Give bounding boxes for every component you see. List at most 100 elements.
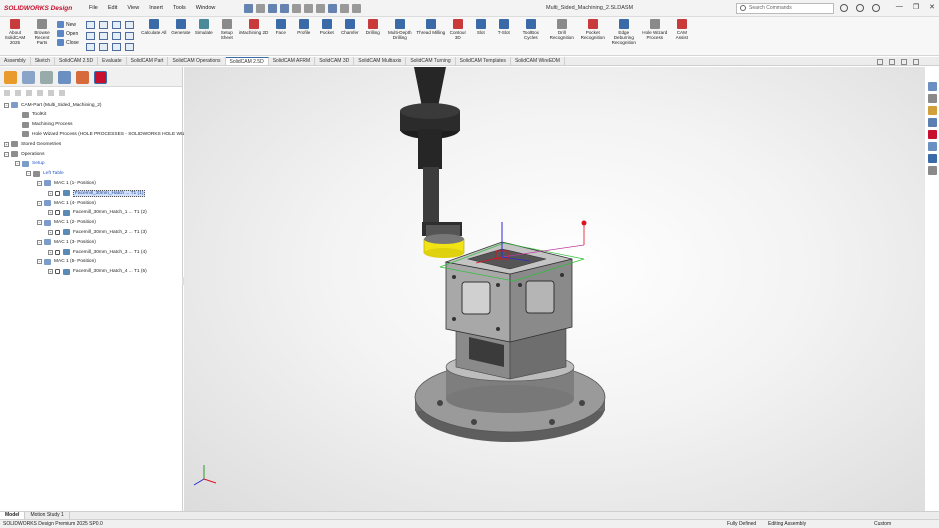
home-icon[interactable] [244,3,254,13]
pocket-button[interactable]: Pocket [316,19,338,46]
tab-solidcam-operations[interactable]: SolidCAM Operations [168,57,226,65]
menu-edit[interactable]: Edit [103,5,122,11]
profile-button[interactable]: Profile [293,19,315,46]
menu-view[interactable]: View [122,5,144,11]
expand-toggle-icon[interactable]: + [4,141,9,147]
multi-depth-drilling-button[interactable]: Multi-Depth Drilling [385,19,415,46]
generate-button[interactable]: Generate [170,19,192,46]
tree-node[interactable]: − MAC 1 (1- Position) [37,179,96,187]
pocket-recognition-button[interactable]: Pocket Recognition [578,19,608,46]
restore-button[interactable]: ❐ [913,3,919,11]
settings-icon[interactable] [872,4,880,12]
view-palette-icon[interactable] [928,142,937,151]
chamfer-button[interactable]: Chamfer [339,19,361,46]
rebuild-icon[interactable] [340,3,350,13]
tab-solidcam-multiaxis[interactable]: SolidCAM Multiaxis [354,57,407,65]
expand-toggle-icon[interactable]: − [4,102,9,108]
graphics-viewport[interactable] [184,67,925,511]
help-icon[interactable] [856,4,864,12]
tree-node[interactable]: + Facemill_30mm_Hatch_4 ... T1 (5) [48,268,147,276]
close-button[interactable]: ✕ [929,3,935,11]
home-pane-icon[interactable] [928,82,937,91]
menu-insert[interactable]: Insert [144,5,168,11]
tool-icon[interactable] [48,90,54,96]
property-tab[interactable] [22,71,35,84]
tab-evaluate[interactable]: Evaluate [98,57,127,65]
expand-toggle-icon[interactable]: + [48,190,53,196]
expand-toggle-icon[interactable]: + [48,249,53,255]
expand-toggle-icon[interactable]: − [37,259,42,265]
operation-checkbox[interactable] [55,249,60,255]
edge-deburring-recognition-button[interactable]: Edge Deburring Recognition [609,19,639,46]
tree-node[interactable]: − MAC 1 (4- Position) [37,199,96,207]
menu-window[interactable]: Window [191,5,221,11]
tree-node[interactable]: ToolKit [15,111,46,119]
tree-node[interactable]: + Stored Geometries [4,140,61,148]
about-solidcam-button[interactable]: About SolidCAM 2025 [0,19,30,46]
solidcam-manager-tab[interactable] [94,71,107,84]
grid-icon[interactable] [85,43,95,51]
simulate-button[interactable]: Simulate [193,19,215,46]
tree-node[interactable]: − Left Table [26,170,64,178]
tree-node[interactable]: + Facemill_30mm_Hatch_2 ... T1 (3) [48,228,147,236]
tree-node[interactable]: Hole Wizard Process (HOLE PROCESSES - SO… [15,130,189,138]
operation-checkbox[interactable] [55,229,60,235]
drilling-button[interactable]: Drilling [362,19,384,46]
bottom-tab-model[interactable]: Model [0,512,26,519]
minimize-pane-icon[interactable] [889,59,895,65]
expand-toggle-icon[interactable]: − [37,180,42,186]
tree-node[interactable]: − Operations [4,150,44,158]
expand-toggle-icon[interactable]: − [15,161,20,167]
tree-node[interactable]: − MAC 1 (2- Position) [37,219,96,227]
bottom-tab-motion-study-1[interactable]: Motion Study 1 [25,512,70,519]
tab-sketch[interactable]: Sketch [31,57,55,65]
grid-icon[interactable] [111,21,121,29]
display-tab[interactable] [76,71,89,84]
custom-properties-icon[interactable] [928,166,937,175]
dimxpert-tab[interactable] [58,71,71,84]
expand-toggle-icon[interactable]: − [37,200,42,206]
tab-solidcam-2-5d[interactable]: SolidCAM 2.5D [225,57,269,65]
tree-node[interactable]: Machining Process [15,121,73,129]
expand-toggle-icon[interactable]: − [4,151,9,157]
expand-toggle-icon[interactable]: + [48,210,53,216]
solidcam-pane-icon[interactable] [928,130,937,139]
tool-icon[interactable] [15,90,21,96]
menu-tools[interactable]: Tools [168,5,191,11]
grid-icon[interactable] [98,32,108,40]
expand-toggle-icon[interactable]: + [48,269,53,275]
tab-solidcam-2-5d[interactable]: SolidCAM 2.5D [55,57,99,65]
resources-icon[interactable] [928,94,937,103]
close-pane-icon[interactable] [913,59,919,65]
operation-checkbox[interactable] [55,210,60,216]
calculate-all-button[interactable]: Calculate All [139,19,169,46]
grid-icon[interactable] [124,21,134,29]
expand-toggle-icon[interactable]: − [37,239,42,245]
cam-assist-button[interactable]: CAM Assist [671,19,693,46]
undo-icon[interactable] [304,3,314,13]
file-explorer-icon[interactable] [928,118,937,127]
setup-sheet-button[interactable]: Setup Sheet [216,19,238,46]
print-icon[interactable] [292,3,302,13]
expand-toggle-icon[interactable]: − [37,220,42,226]
face-button[interactable]: Face [270,19,292,46]
operation-checkbox[interactable] [55,190,60,196]
tab-solidcam-afrm[interactable]: SolidCAM AFRM [269,57,316,65]
grid-icon[interactable] [98,21,108,29]
hole-wizard-process-button[interactable]: Hole Wizard Process [640,19,670,46]
config-tab[interactable] [40,71,53,84]
tool-icon[interactable] [4,90,10,96]
grid-icon[interactable] [124,43,134,51]
toolbox-cycles-button[interactable]: ToolBox Cycles [516,19,546,46]
tab-solidcam-part[interactable]: SolidCAM Part [127,57,169,65]
grid-icon[interactable] [98,43,108,51]
grid-icon[interactable] [111,32,121,40]
restore-pane-icon[interactable] [901,59,907,65]
tool-icon[interactable] [26,90,32,96]
browse-recent-button[interactable]: Browse Recent Parts [30,19,54,46]
drill-recognition-button[interactable]: Drill Recognition [547,19,577,46]
open-button[interactable]: Open [57,30,79,37]
pin-icon[interactable] [877,59,883,65]
tree-node[interactable]: + Facemill_30mm_Hatch_3 ... T1 (4) [48,248,147,256]
redo-icon[interactable] [316,3,326,13]
